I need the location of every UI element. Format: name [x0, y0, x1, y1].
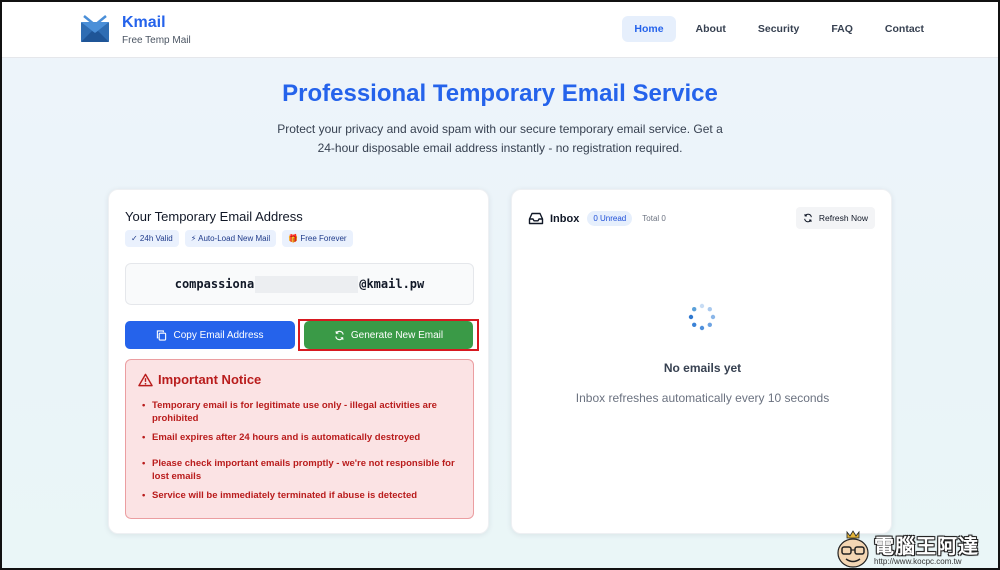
copy-email-button[interactable]: Copy Email Address	[125, 321, 295, 349]
inbox-header: Inbox 0 Unread Total 0	[528, 211, 666, 226]
empty-state-subtitle: Inbox refreshes automatically every 10 s…	[575, 391, 830, 405]
top-navbar: Kmail Free Temp Mail Home About Security…	[0, 0, 1000, 58]
watermark: 電腦王阿達 http://www.kocpc.com.tw	[834, 528, 979, 568]
nav-home[interactable]: Home	[622, 16, 676, 42]
notice-item: Please check important emails promptly -…	[140, 457, 465, 483]
loading-spinner-icon	[688, 303, 716, 331]
inbox-card: Inbox 0 Unread Total 0 Refresh Now No em…	[511, 189, 892, 534]
page-subtitle: Protect your privacy and avoid spam with…	[277, 122, 723, 155]
badge-24h-valid: ✓ 24h Valid	[125, 230, 179, 247]
card-title: Your Temporary Email Address	[125, 209, 303, 224]
refresh-now-label: Refresh Now	[818, 213, 868, 223]
envelope-logo-icon	[81, 15, 109, 42]
badge-free-forever: 🎁 Free Forever	[282, 230, 353, 247]
nav-contact[interactable]: Contact	[873, 16, 936, 42]
important-notice: Important Notice Temporary email is for …	[125, 359, 474, 519]
warning-icon	[138, 373, 153, 386]
nav-faq[interactable]: FAQ	[819, 16, 865, 42]
refresh-icon	[804, 213, 812, 223]
redacted-region	[255, 275, 359, 293]
temporary-email-card: Your Temporary Email Address ✓ 24h Valid…	[108, 189, 489, 534]
notice-item: Temporary email is for legitimate use on…	[140, 399, 465, 425]
notice-list: Temporary email is for legitimate use on…	[140, 399, 465, 508]
copy-email-label: Copy Email Address	[173, 329, 264, 341]
empty-state-title: No emails yet	[663, 361, 742, 375]
inbox-tray-icon	[528, 212, 544, 225]
email-domain: @kmail.pw	[359, 277, 425, 291]
inbox-label: Inbox	[550, 212, 580, 225]
email-prefix: compassiona	[174, 277, 255, 291]
highlight-box	[298, 319, 479, 351]
copy-icon	[157, 329, 167, 341]
logo-subtitle: Free Temp Mail	[122, 35, 191, 46]
email-address-display[interactable]: compassiona @kmail.pw	[125, 263, 474, 305]
nav-security[interactable]: Security	[746, 16, 811, 42]
notice-title: Important Notice	[158, 372, 262, 387]
watermark-text: 電腦王阿達	[874, 534, 979, 558]
page-title: Professional Temporary Email Service	[282, 80, 718, 107]
unread-count-badge: 0 Unread	[587, 211, 633, 226]
total-count: Total 0	[642, 214, 666, 223]
badge-auto-load: ⚡ Auto-Load New Mail	[184, 230, 277, 247]
refresh-now-button[interactable]: Refresh Now	[795, 207, 875, 229]
logo[interactable]: Kmail Free Temp Mail	[80, 14, 191, 46]
nav-about[interactable]: About	[684, 16, 738, 42]
feature-badges: ✓ 24h Valid ⚡ Auto-Load New Mail 🎁 Free …	[125, 230, 353, 247]
main-nav: Home About Security FAQ Contact	[622, 16, 936, 42]
notice-item: Email expires after 24 hours and is auto…	[140, 431, 465, 444]
logo-title: Kmail	[122, 14, 166, 31]
notice-item: Service will be immediately terminated i…	[140, 489, 465, 502]
mascot-face-icon	[837, 530, 869, 568]
